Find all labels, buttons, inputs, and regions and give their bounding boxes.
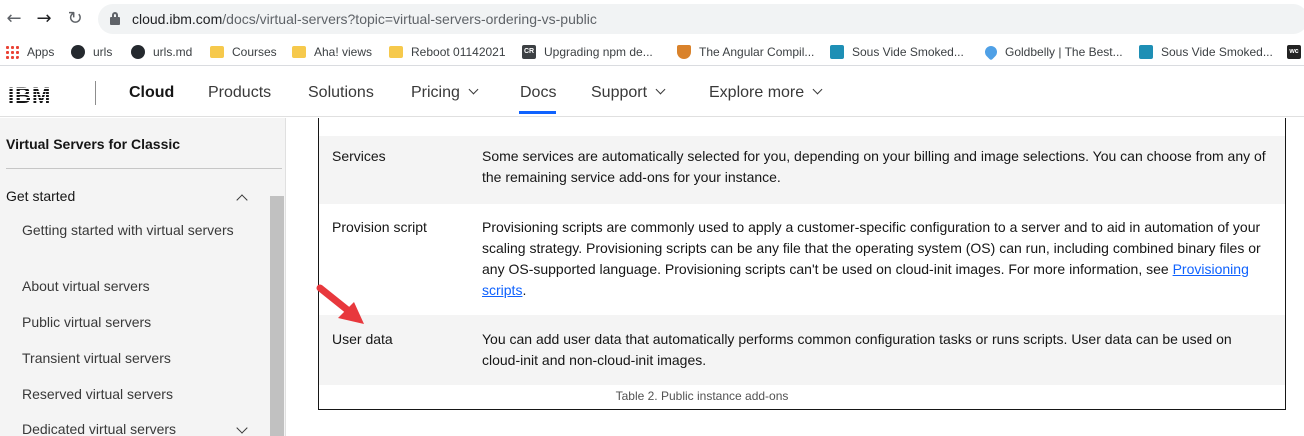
bookmark-angular-compiler[interactable]: The Angular Compil... — [677, 43, 814, 61]
bookmark-sous-vide-1[interactable]: Sous Vide Smoked... — [830, 43, 964, 61]
bookmark-wc[interactable]: wc — [1287, 43, 1304, 61]
sidebar-item-reserved[interactable]: Reserved virtual servers — [22, 384, 242, 404]
bookmark-urls-md[interactable]: urls.md — [131, 43, 192, 61]
row-name: Services — [332, 148, 386, 164]
table-row: Provision script Provisioning scripts ar… — [319, 204, 1285, 315]
address-bar[interactable]: cloud.ibm.com/docs/virtual-servers?topic… — [98, 4, 1304, 34]
docs-sidebar: Virtual Servers for Classic Get started … — [0, 118, 286, 436]
logo-divider — [95, 81, 96, 105]
row-description: Some services are automatically selected… — [482, 148, 1266, 185]
rocket-icon — [982, 43, 1000, 61]
nav-solutions[interactable]: Solutions — [308, 84, 374, 102]
row-name: User data — [332, 331, 393, 347]
chevron-down-icon — [655, 84, 666, 95]
folder-icon — [292, 46, 306, 58]
sidebar-item-getting-started[interactable]: Getting started with virtual servers — [22, 220, 242, 240]
nav-explore-more[interactable]: Explore more — [709, 84, 823, 102]
bookmark-goldbelly[interactable]: Goldbelly | The Best... — [982, 43, 1123, 61]
row-name: Provision script — [332, 219, 427, 235]
row-description: Provisioning scripts are commonly used t… — [482, 219, 1261, 298]
folder-icon — [389, 46, 403, 58]
add-ons-table: Services Some services are automatically… — [318, 118, 1286, 410]
reload-icon[interactable]: ↻ — [64, 8, 86, 30]
sidebar-item-transient[interactable]: Transient virtual servers — [22, 348, 242, 368]
annotation-arrow-icon — [316, 284, 364, 324]
sous-vide-icon — [1139, 45, 1153, 59]
table-row: User data You can add user data that aut… — [319, 315, 1285, 385]
browser-toolbar: ← → ↻ cloud.ibm.com/docs/virtual-servers… — [0, 0, 1304, 38]
table-row: Services Some services are automatically… — [319, 136, 1285, 204]
chevron-down-icon — [812, 84, 823, 95]
sidebar-section-get-started[interactable]: Get started — [6, 188, 75, 204]
bookmark-courses[interactable]: Courses — [210, 43, 277, 61]
cr-icon: CR — [522, 45, 536, 59]
sidebar-item-public[interactable]: Public virtual servers — [22, 312, 242, 332]
ibm-logo[interactable]: IBM — [8, 83, 51, 109]
site-header: IBM Cloud Products Solutions Pricing Doc… — [0, 67, 1304, 117]
bookmark-aha-views[interactable]: Aha! views — [292, 43, 372, 61]
sous-vide-icon — [830, 45, 844, 59]
bookmark-sous-vide-2[interactable]: Sous Vide Smoked... — [1139, 43, 1273, 61]
bookmark-reboot[interactable]: Reboot 01142021 — [389, 43, 506, 61]
chevron-down-icon — [468, 84, 479, 95]
apps-grid-icon — [5, 45, 19, 59]
active-tab-indicator — [519, 111, 556, 114]
sidebar-divider — [6, 168, 282, 169]
lock-icon — [110, 12, 120, 25]
wc-icon: wc — [1287, 45, 1301, 59]
bookmark-apps[interactable]: Apps — [5, 43, 54, 61]
sidebar-item-about[interactable]: About virtual servers — [22, 276, 242, 296]
forward-icon[interactable]: → — [33, 8, 55, 30]
folder-icon — [210, 46, 224, 58]
angular-icon — [677, 45, 691, 59]
bookmarks-bar: Apps urls urls.md Courses Aha! views Reb… — [0, 38, 1304, 66]
chevron-up-icon[interactable] — [236, 194, 248, 206]
nav-products[interactable]: Products — [208, 84, 271, 102]
back-icon[interactable]: ← — [3, 8, 25, 30]
brand-cloud[interactable]: Cloud — [129, 84, 174, 102]
github-icon — [131, 45, 145, 59]
github-icon — [71, 45, 85, 59]
bookmark-upgrading-npm[interactable]: CR Upgrading npm de... — [522, 43, 653, 61]
row-description: You can add user data that automatically… — [482, 331, 1232, 368]
nav-docs[interactable]: Docs — [520, 84, 556, 102]
bookmark-urls[interactable]: urls — [71, 43, 112, 61]
nav-support[interactable]: Support — [591, 84, 666, 102]
nav-pricing[interactable]: Pricing — [411, 84, 479, 102]
sidebar-scrollbar[interactable] — [270, 196, 284, 436]
url-text[interactable]: cloud.ibm.com/docs/virtual-servers?topic… — [132, 11, 597, 27]
sidebar-item-dedicated[interactable]: Dedicated virtual servers — [22, 419, 242, 436]
table-caption: Table 2. Public instance add-ons — [615, 389, 789, 403]
sidebar-title[interactable]: Virtual Servers for Classic — [6, 136, 180, 152]
